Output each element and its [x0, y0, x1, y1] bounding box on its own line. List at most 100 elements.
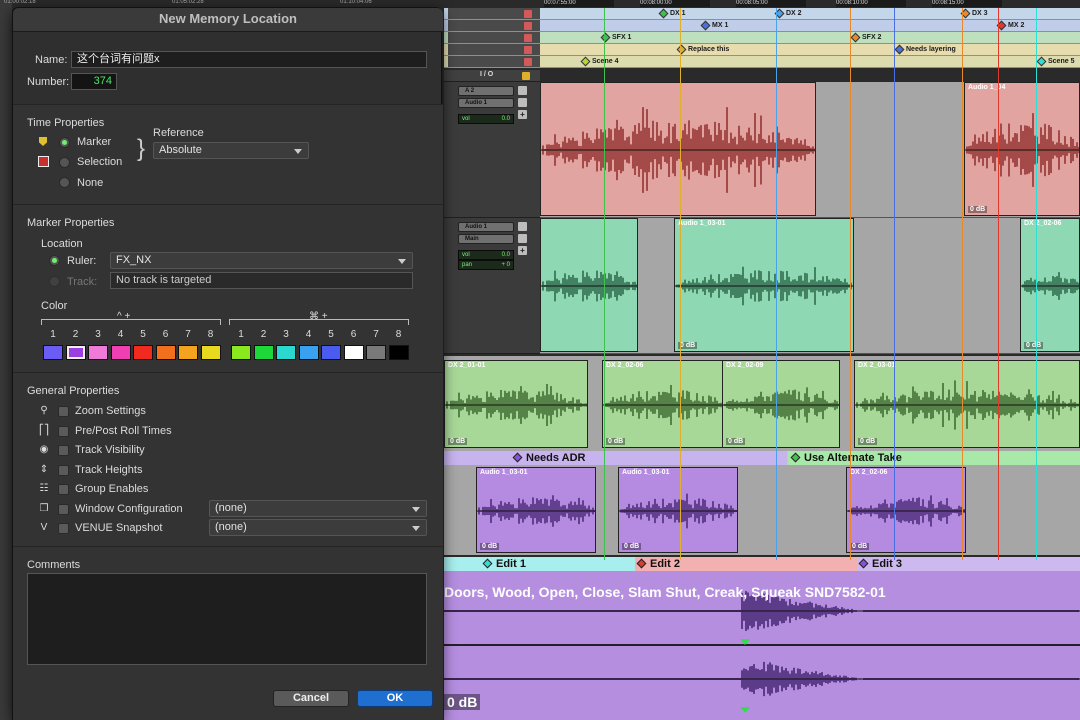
timeline-marker[interactable]: Edit 2 [636, 557, 680, 571]
group-icon: ☷ [39, 483, 49, 494]
track-1-io-toggle-2[interactable] [518, 98, 527, 107]
color-number: 2 [72, 329, 79, 340]
ruler-label-cell [448, 44, 540, 55]
ruler-marker[interactable]: DX 2 [774, 8, 802, 19]
marker-ruler-row-4[interactable]: Replace this Needs layering [444, 44, 1080, 56]
color-number: 8 [207, 329, 214, 340]
color-swatch-11[interactable] [276, 345, 296, 360]
selection-radio[interactable] [59, 157, 70, 168]
track-1-io-toggle[interactable] [518, 86, 527, 95]
marker-ruler-row-3[interactable]: SFX 1 SFX 2 [444, 32, 1080, 44]
comments-textarea[interactable] [27, 573, 427, 665]
general-property-select[interactable]: (none) [209, 519, 427, 536]
color-swatch-14[interactable] [343, 345, 364, 360]
general-property-checkbox[interactable] [58, 503, 69, 515]
ruler-marker[interactable]: Replace this [676, 44, 729, 55]
color-swatch-5[interactable] [133, 345, 153, 360]
number-input[interactable]: 374 [71, 73, 117, 90]
track-1-lane[interactable]: Audio 1_04 0 dB [540, 82, 1080, 218]
general-property-checkbox[interactable] [58, 445, 69, 456]
track-2-pan[interactable]: pan + 0 [458, 260, 514, 270]
track-2-output-selector[interactable]: Main [458, 234, 514, 244]
color-swatch-2[interactable] [65, 345, 86, 360]
ruler-marker[interactable]: Scene 5 [1036, 56, 1074, 67]
marker-radio[interactable] [59, 137, 70, 148]
ruler-marker-label: DX 3 [972, 10, 988, 17]
ok-button[interactable]: OK [357, 690, 433, 707]
color-number: 4 [305, 329, 312, 340]
none-radio[interactable] [59, 177, 70, 188]
marker-properties-title: Marker Properties [27, 217, 115, 229]
audio-clip[interactable]: Audio 1_03-01 0 dB [674, 218, 854, 352]
color-swatch-6[interactable] [155, 345, 176, 360]
general-property-select[interactable]: (none) [209, 499, 427, 517]
ruler-marker[interactable]: MX 2 [996, 20, 1024, 31]
audio-clip[interactable]: Audio 1_03-01 0 dB [476, 467, 596, 553]
time-properties-section: Time Properties Marker Selection None } … [13, 104, 443, 204]
color-swatch-3[interactable] [88, 345, 108, 360]
color-swatch-10[interactable] [253, 345, 274, 360]
track-1-input-selector[interactable]: A 2 [458, 86, 514, 96]
timeline-marker[interactable]: Needs ADR [512, 451, 586, 465]
ruler-marker[interactable]: MX 1 [700, 20, 728, 31]
track-2-volume[interactable]: vol 0.0 [458, 250, 514, 260]
general-property-checkbox[interactable] [58, 523, 69, 534]
audio-clip[interactable]: Audio 1_04 0 dB [964, 82, 1080, 216]
track-1-add-send[interactable]: + [518, 110, 527, 119]
reference-select[interactable]: Absolute [153, 142, 309, 159]
audio-clip[interactable]: DX 2_02-06 0 dB [1020, 218, 1080, 352]
ruler-marker[interactable]: Scene 4 [580, 56, 618, 67]
track-2-add-send[interactable]: + [518, 246, 527, 255]
general-property-checkbox[interactable] [58, 484, 69, 495]
name-input[interactable]: 这个台词有问题x [71, 51, 427, 68]
color-swatch-9[interactable] [231, 345, 251, 360]
audio-clip[interactable] [540, 218, 638, 352]
track-2-lane[interactable]: Audio 1_03-01 0 dB DX 2_02-06 0 dB [540, 218, 1080, 354]
ruler-marker[interactable]: DX 1 [658, 8, 686, 19]
audio-clip[interactable]: Audio 1_03-01 0 dB [618, 467, 738, 553]
general-property-checkbox[interactable] [58, 464, 69, 476]
track-1-volume[interactable]: vol 0.0 [458, 114, 514, 124]
audio-clip[interactable] [540, 82, 816, 216]
marker-ruler-row-5[interactable]: Scene 4 Scene 5 [444, 56, 1080, 68]
cancel-button[interactable]: Cancel [273, 690, 349, 707]
audio-clip[interactable]: DX 2_03-01 0 dB [854, 360, 1080, 448]
track-3-lane[interactable]: DX 2_01-01 0 dB DX 2_02-06 0 dB DX 2_02-09 0 … [444, 356, 1080, 452]
marker-ruler-row-1[interactable]: DX 1 DX 2 DX 3 [444, 8, 1080, 20]
audio-clip[interactable]: DX 2_02-06 0 dB [846, 467, 966, 553]
audio-clip[interactable]: DX 2_01-01 0 dB [444, 360, 588, 448]
track-2-input-selector[interactable]: Audio 1 [458, 222, 514, 232]
general-property-checkbox[interactable] [58, 406, 69, 417]
track-4-lane[interactable]: Audio 1_03-01 0 dB Audio 1_03-01 0 dB DX 2_0… [444, 465, 1080, 555]
color-swatch-4[interactable] [110, 345, 131, 360]
track-2-io-toggle-2[interactable] [518, 234, 527, 243]
color-swatch-8[interactable] [200, 345, 221, 360]
ruler-marker[interactable]: SFX 2 [850, 32, 881, 43]
audio-clip[interactable]: DX 2_02-06 0 dB [602, 360, 726, 448]
track-radio[interactable] [49, 276, 60, 287]
ruler-radio[interactable] [49, 255, 60, 266]
marker-ruler-row-2[interactable]: MX 1 MX 2 [444, 20, 1080, 32]
color-swatch-7[interactable] [178, 345, 198, 360]
timeline-marker[interactable]: Use Alternate Take [790, 451, 902, 465]
clip-waveform [541, 107, 815, 193]
track-1-output-selector[interactable]: Audio 1 [458, 98, 514, 108]
audio-clip[interactable]: DX 2_02-09 0 dB [722, 360, 840, 448]
clip-gain: 0 dB [968, 206, 988, 213]
timeline-marker[interactable]: Edit 3 [858, 557, 902, 571]
ruler-select[interactable]: FX_NX [110, 252, 413, 269]
general-property-checkbox[interactable] [58, 425, 69, 437]
color-swatch-13[interactable] [321, 345, 341, 360]
color-swatch-1[interactable] [43, 345, 63, 360]
top-timecode: 01:05:02:28 [172, 0, 204, 5]
color-number: 6 [162, 329, 169, 340]
track-2-io-toggle[interactable] [518, 222, 527, 231]
color-swatch-12[interactable] [298, 345, 319, 360]
color-swatch-16[interactable] [388, 345, 409, 360]
io-header-label: I / O [480, 71, 494, 78]
ruler-marker[interactable]: Needs layering [894, 44, 956, 55]
window-config-icon: ❐ [39, 502, 49, 514]
timeline-marker[interactable]: Edit 1 [482, 557, 526, 571]
ruler-marker[interactable]: DX 3 [960, 8, 988, 19]
color-swatch-15[interactable] [366, 345, 386, 360]
